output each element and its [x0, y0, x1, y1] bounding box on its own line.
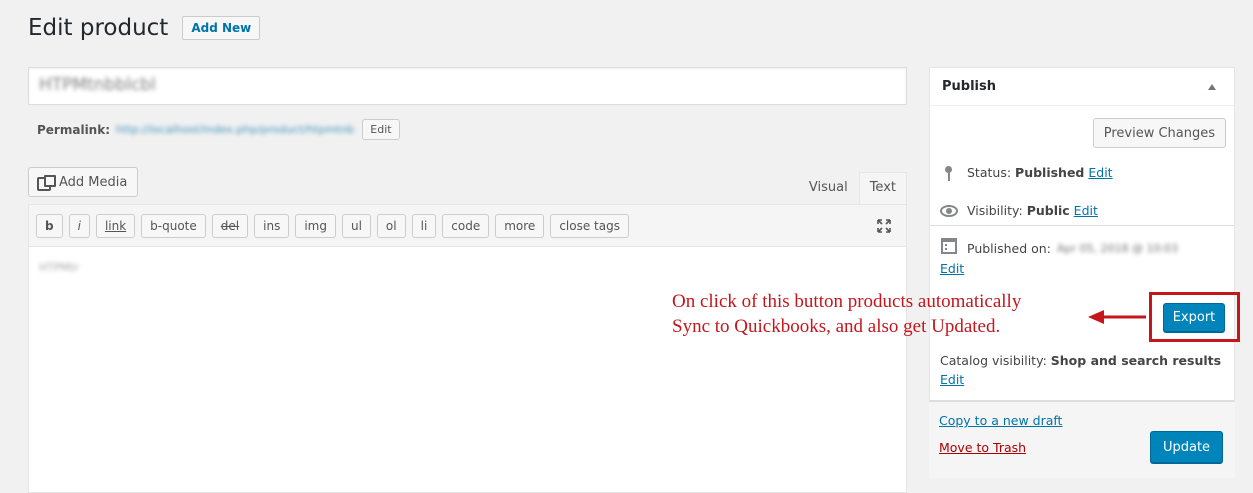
status-edit-link[interactable]: Edit	[1088, 165, 1112, 180]
pin-icon	[940, 165, 958, 183]
qt-bold-button[interactable]: b	[36, 213, 63, 238]
qt-code-button[interactable]: code	[442, 213, 490, 238]
add-media-label: Add Media	[59, 174, 128, 190]
status-row: Status: Published Edit	[940, 165, 1113, 187]
add-media-button[interactable]: Add Media	[28, 167, 139, 197]
qt-del-button[interactable]: del	[211, 213, 249, 238]
page-title: Edit product	[28, 15, 169, 41]
qt-link-button[interactable]: link	[95, 213, 136, 238]
editor-content-text: HTPMtr	[39, 261, 79, 274]
permalink-row: Permalink: http://localhost/index.php/pr…	[37, 119, 400, 140]
page-header: Edit product Add New	[28, 15, 261, 41]
quicktags-toolbar: b i link b-quote del ins img ul ol li co…	[29, 205, 906, 247]
editor-textarea[interactable]: HTPMtr	[29, 247, 906, 288]
qt-img-button[interactable]: img	[295, 213, 336, 238]
eye-icon	[940, 205, 958, 217]
qt-bquote-button[interactable]: b-quote	[141, 213, 206, 238]
tab-visual[interactable]: Visual	[798, 172, 859, 204]
preview-changes-button[interactable]: Preview Changes	[1092, 118, 1226, 148]
catalog-visibility-row: Catalog visibility: Shop and search resu…	[940, 351, 1221, 389]
tab-text[interactable]: Text	[858, 172, 907, 204]
qt-close-tags-button[interactable]: close tags	[550, 213, 629, 238]
qt-ins-button[interactable]: ins	[254, 213, 290, 238]
catalog-visibility-label: Catalog visibility:	[940, 353, 1047, 368]
published-on-value: Apr 05, 2018 @ 10:03	[1056, 241, 1179, 255]
qt-more-button[interactable]: more	[495, 213, 545, 238]
annotation-line-1: On click of this button products automat…	[672, 291, 1022, 312]
published-on-row: Published on: Apr 05, 2018 @ 10:03 Edit	[940, 238, 1178, 276]
qt-italic-button[interactable]: i	[68, 213, 90, 238]
status-label: Status:	[967, 165, 1012, 180]
product-title-value: HTPMtnbblcbl	[39, 75, 156, 95]
permalink-url[interactable]: http://localhost/index.php/product/htpmt…	[116, 123, 354, 136]
published-on-edit-link[interactable]: Edit	[940, 261, 964, 276]
annotation-text: On click of this button products automat…	[672, 289, 1142, 339]
move-to-trash-link[interactable]: Move to Trash	[939, 440, 1026, 455]
text-editor: b i link b-quote del ins img ul ol li co…	[28, 204, 907, 493]
publish-header[interactable]: Publish	[930, 68, 1234, 106]
visibility-edit-link[interactable]: Edit	[1074, 203, 1098, 218]
publish-title: Publish	[942, 79, 996, 94]
product-title-input[interactable]: HTPMtnbblcbl	[28, 67, 907, 105]
arrow-up-icon[interactable]	[1208, 84, 1216, 90]
qt-li-button[interactable]: li	[411, 213, 437, 238]
export-button[interactable]: Export	[1163, 303, 1225, 332]
status-value: Published	[1015, 165, 1085, 180]
fullscreen-icon[interactable]	[876, 218, 892, 234]
media-icon	[37, 175, 56, 191]
annotation-line-2: Sync to Quickbooks, and also get Updated…	[672, 316, 1001, 337]
visibility-label: Visibility:	[967, 203, 1023, 218]
add-new-button[interactable]: Add New	[182, 16, 261, 40]
catalog-visibility-value: Shop and search results	[1050, 353, 1222, 368]
visibility-value: Public	[1026, 203, 1070, 218]
qt-ol-button[interactable]: ol	[376, 213, 406, 238]
calendar-icon	[941, 238, 957, 254]
published-on-label: Published on:	[967, 240, 1051, 256]
catalog-visibility-edit-link[interactable]: Edit	[940, 372, 964, 387]
visibility-row: Visibility: Public Edit	[940, 203, 1098, 221]
copy-to-draft-link[interactable]: Copy to a new draft	[939, 413, 1062, 428]
permalink-label: Permalink:	[37, 122, 111, 137]
permalink-edit-button[interactable]: Edit	[362, 119, 400, 140]
qt-ul-button[interactable]: ul	[341, 213, 371, 238]
update-button[interactable]: Update	[1150, 431, 1223, 463]
divider	[930, 225, 1234, 226]
arrow-left-icon	[1088, 310, 1146, 324]
editor-tabs: Visual Text	[798, 172, 907, 204]
